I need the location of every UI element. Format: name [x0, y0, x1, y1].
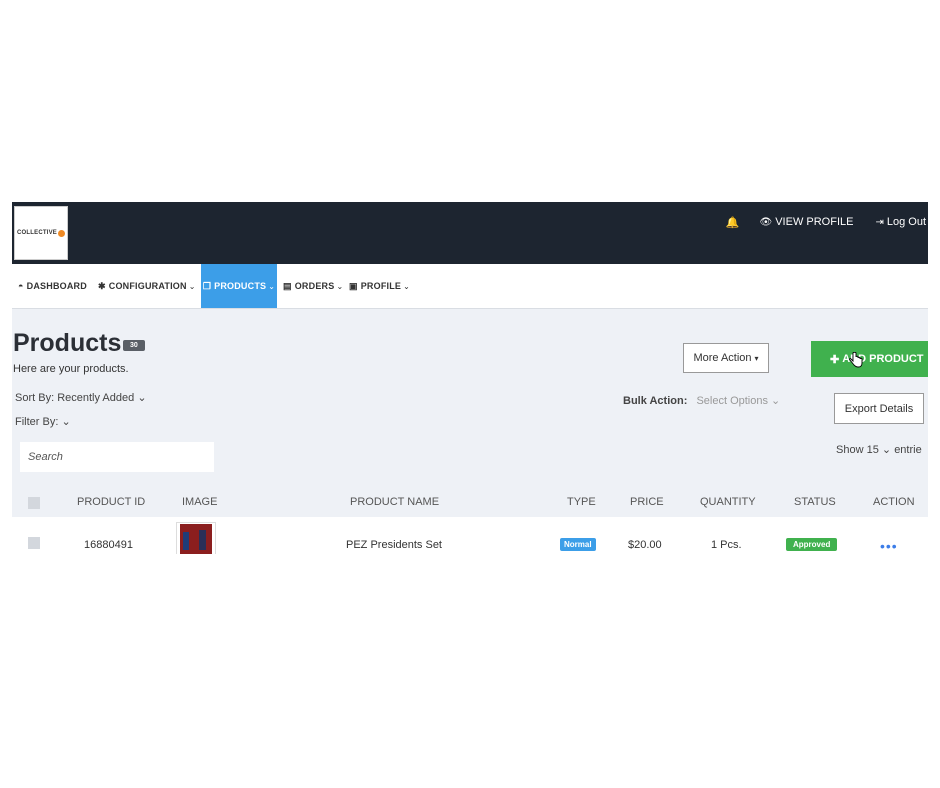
- entries-label: entrie: [894, 444, 922, 456]
- bell-icon[interactable]: 🔔: [724, 216, 742, 229]
- nav-configuration[interactable]: ✱ CONFIGURATION ⌄: [98, 264, 196, 308]
- products-page: Products 30 Here are your products. Sort…: [12, 309, 928, 554]
- page-subtitle: Here are your products.: [13, 363, 129, 375]
- header-quantity[interactable]: QUANTITY: [700, 496, 756, 508]
- show-entries-select[interactable]: 15: [867, 444, 879, 456]
- nav-profile[interactable]: ▣ PROFILE ⌄: [349, 264, 410, 308]
- top-bar: COLLECTIVE 🔔 👁 VIEW PROFILE ⇥ Log Out: [12, 202, 928, 264]
- gear-icon: ✱: [98, 280, 106, 291]
- caret-down-icon: ▾: [754, 353, 759, 363]
- search-input[interactable]: [20, 442, 214, 472]
- nav-orders-label: ORDERS: [294, 281, 335, 291]
- plus-icon: ✚: [830, 353, 840, 366]
- view-profile-label: VIEW PROFILE: [775, 216, 854, 228]
- top-actions: 🔔 👁 VIEW PROFILE ⇥ Log Out: [724, 202, 928, 242]
- nav-products-label: PRODUCTS: [214, 281, 267, 291]
- bulk-action-control[interactable]: Bulk Action: Select Options ⌄: [623, 394, 780, 407]
- header-type[interactable]: TYPE: [567, 496, 596, 508]
- chevron-down-icon: ⌄: [881, 444, 892, 456]
- filter-by-label: Filter By:: [15, 416, 59, 428]
- nav-orders[interactable]: ▤ ORDERS ⌄: [283, 264, 343, 308]
- chevron-down-icon: ⌄: [137, 392, 147, 404]
- app-window: COLLECTIVE 🔔 👁 VIEW PROFILE ⇥ Log Out ◓ …: [12, 202, 928, 554]
- header-product-id[interactable]: PRODUCT ID: [77, 496, 145, 508]
- more-action-label: More Action: [693, 352, 752, 364]
- show-entries-control[interactable]: Show 15 ⌄ entrie: [836, 443, 922, 456]
- header-price[interactable]: PRICE: [630, 496, 664, 508]
- page-title: Products: [13, 329, 122, 357]
- id-card-icon: ▣: [349, 280, 358, 291]
- dashboard-icon: ◓: [18, 281, 24, 291]
- bulk-action-select[interactable]: Select Options: [696, 395, 768, 407]
- header-image: IMAGE: [182, 496, 218, 508]
- header-product-name[interactable]: PRODUCT NAME: [350, 496, 439, 508]
- table-row[interactable]: 16880491 PEZ Presidents Set Normal $20.0…: [12, 517, 928, 554]
- logo[interactable]: COLLECTIVE: [14, 206, 68, 260]
- product-name-cell[interactable]: PEZ Presidents Set: [346, 539, 442, 551]
- chevron-down-icon: ⌄: [188, 281, 196, 291]
- logo-text: COLLECTIVE: [16, 230, 57, 236]
- logo-mark-icon: [58, 229, 65, 237]
- price-cell: $20.00: [628, 539, 662, 551]
- nav-configuration-label: CONFIGURATION: [108, 281, 187, 291]
- header-status[interactable]: STATUS: [794, 496, 836, 508]
- type-badge: Normal: [560, 538, 596, 551]
- nav-profile-label: PROFILE: [360, 281, 402, 291]
- sign-out-icon: ⇥: [875, 216, 884, 228]
- product-thumbnail[interactable]: [176, 522, 216, 554]
- row-actions-icon[interactable]: •••: [880, 538, 898, 554]
- filter-by-control[interactable]: Filter By: ⌄: [15, 415, 71, 428]
- nav-dashboard[interactable]: ◓ DASHBOARD: [18, 264, 87, 308]
- view-profile-link[interactable]: 👁 VIEW PROFILE: [760, 216, 854, 228]
- product-id-cell: 16880491: [84, 539, 133, 551]
- sort-by-label: Sort By:: [15, 392, 55, 404]
- more-action-button[interactable]: More Action ▾: [683, 343, 769, 373]
- row-checkbox[interactable]: [28, 537, 40, 549]
- export-details-button[interactable]: Export Details: [834, 393, 924, 424]
- chevron-down-icon: ⌄: [61, 416, 71, 428]
- chevron-down-icon: ⌄: [403, 281, 411, 291]
- products-icon: ❐: [202, 280, 212, 291]
- chevron-down-icon: ⌄: [771, 395, 781, 407]
- bulk-action-label: Bulk Action:: [623, 395, 688, 407]
- log-out-label: Log Out: [886, 216, 926, 228]
- clipboard-icon: ▤: [283, 280, 292, 291]
- eye-icon: 👁: [759, 216, 773, 228]
- sort-by-value: Recently Added: [57, 392, 135, 404]
- select-all-checkbox[interactable]: [28, 497, 40, 509]
- sort-by-control[interactable]: Sort By: Recently Added ⌄: [15, 391, 147, 404]
- show-label: Show: [836, 444, 864, 456]
- header-action: ACTION: [873, 496, 915, 508]
- main-nav: ◓ DASHBOARD ✱ CONFIGURATION ⌄ ❐ PRODUCTS…: [12, 264, 928, 309]
- add-product-button[interactable]: ✚ ADD PRODUCT: [811, 341, 928, 377]
- chevron-down-icon: ⌄: [336, 281, 344, 291]
- nav-dashboard-label: DASHBOARD: [26, 281, 87, 291]
- product-image: [180, 523, 212, 554]
- hand-cursor-icon: [849, 352, 863, 368]
- chevron-down-icon: ⌄: [268, 281, 276, 291]
- log-out-link[interactable]: ⇥ Log Out: [875, 216, 926, 228]
- nav-products[interactable]: ❐ PRODUCTS ⌄: [201, 264, 277, 308]
- status-badge: Approved: [786, 538, 838, 551]
- quantity-cell: 1 Pcs.: [711, 539, 742, 551]
- product-count-badge: 30: [123, 340, 145, 351]
